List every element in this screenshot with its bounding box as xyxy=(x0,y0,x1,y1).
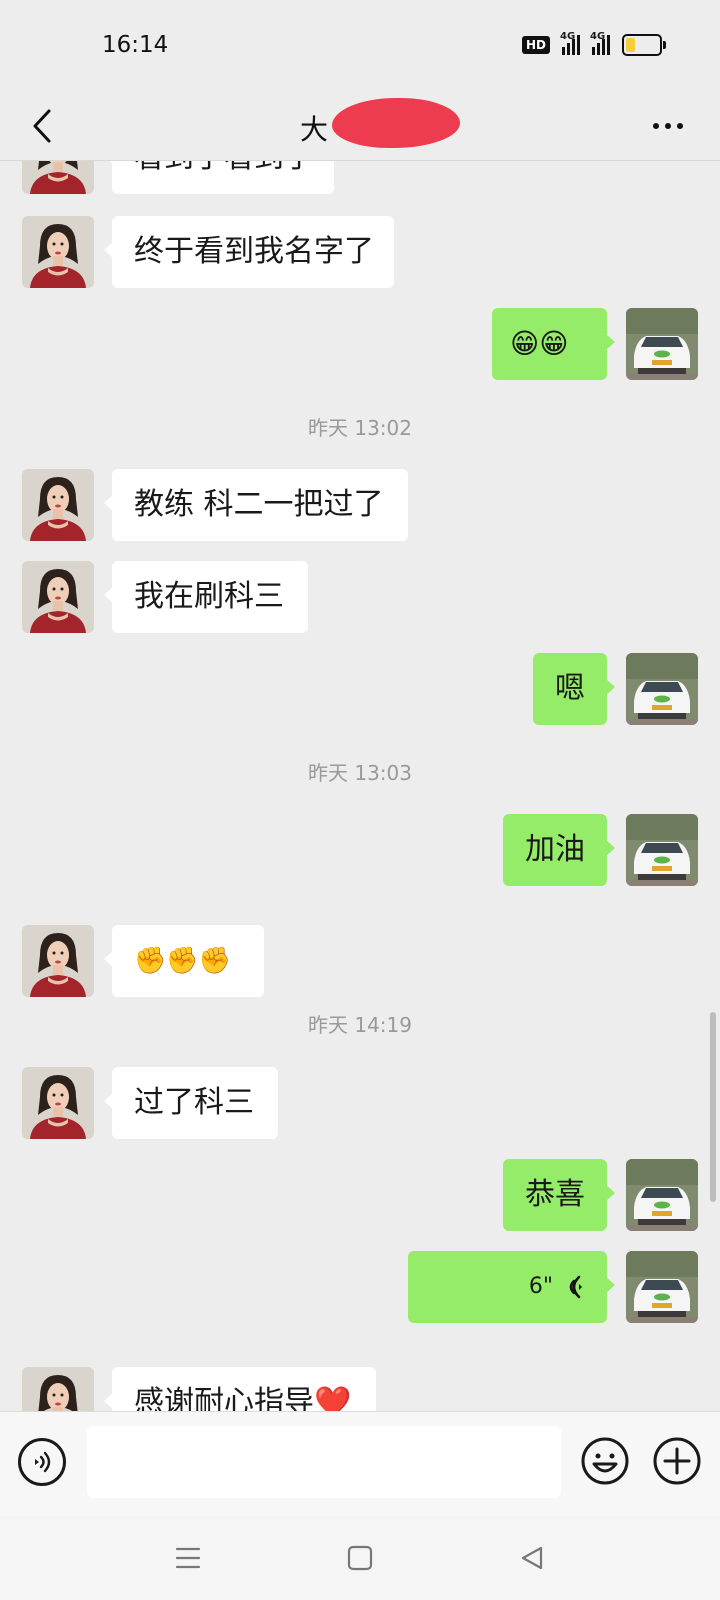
home-icon[interactable] xyxy=(338,1536,382,1580)
received-message[interactable]: 看到了看到了 xyxy=(104,161,334,194)
message-input[interactable] xyxy=(87,1426,561,1498)
received-message[interactable]: 我在刷科三 xyxy=(104,561,308,633)
back-triangle-icon[interactable] xyxy=(510,1536,554,1580)
input-bar xyxy=(0,1411,720,1517)
my-avatar[interactable] xyxy=(626,1159,698,1231)
chat-title-text: 大 xyxy=(300,113,329,146)
sent-message[interactable]: 加油 xyxy=(503,814,615,886)
time-divider: 昨天 13:03 xyxy=(308,761,412,785)
more-dots-icon[interactable] xyxy=(646,106,690,146)
status-icons: HD 4G 4G xyxy=(521,31,666,56)
chat-title: 大 xyxy=(300,98,460,150)
system-nav-bar xyxy=(0,1516,720,1600)
voice-wave-icon xyxy=(569,1275,582,1299)
status-time: 16:14 xyxy=(102,32,169,58)
signal-4g-icon: 4G xyxy=(590,31,610,55)
back-arrow-icon[interactable] xyxy=(22,104,62,148)
battery-icon xyxy=(622,34,666,56)
redaction-mark xyxy=(332,98,460,148)
contact-avatar[interactable] xyxy=(22,561,94,633)
chat-header: 大 xyxy=(0,92,720,161)
time-divider: 昨天 14:19 xyxy=(308,1013,412,1037)
contact-avatar[interactable] xyxy=(22,216,94,288)
contact-avatar[interactable] xyxy=(22,161,94,194)
sent-message[interactable]: 嗯 xyxy=(533,653,615,725)
sent-voice-message[interactable]: 6" xyxy=(408,1251,615,1323)
voice-mode-icon[interactable] xyxy=(18,1438,66,1486)
voice-duration: 6" xyxy=(528,1274,553,1299)
received-message[interactable]: 终于看到我名字了 xyxy=(104,216,394,288)
signal-4g-icon: 4G xyxy=(560,31,580,55)
received-emoji-message[interactable]: ✊✊✊ xyxy=(104,925,264,997)
status-bar: 16:14 HD 4G 4G xyxy=(0,0,720,92)
my-avatar[interactable] xyxy=(626,308,698,380)
time-divider: 昨天 13:02 xyxy=(308,416,412,440)
chat-scrollbar[interactable] xyxy=(710,1012,716,1202)
emoji-icon[interactable] xyxy=(580,1436,630,1486)
contact-avatar[interactable] xyxy=(22,469,94,541)
my-avatar[interactable] xyxy=(626,1251,698,1323)
my-avatar[interactable] xyxy=(626,653,698,725)
received-message[interactable]: 过了科三 xyxy=(104,1067,278,1139)
message-list[interactable]: 看到了看到了 终于看到我名字了 😁😁 昨天 13:02 教练 科二一把过了 我在… xyxy=(0,161,720,1411)
plus-icon[interactable] xyxy=(652,1436,702,1486)
contact-avatar[interactable] xyxy=(22,1367,94,1411)
hd-voice-icon: HD xyxy=(521,36,550,54)
my-avatar[interactable] xyxy=(626,814,698,886)
contact-avatar[interactable] xyxy=(22,1067,94,1139)
received-message[interactable]: 感谢耐心指导❤️ xyxy=(104,1367,376,1411)
received-message[interactable]: 教练 科二一把过了 xyxy=(104,469,408,541)
sent-message[interactable]: 恭喜 xyxy=(503,1159,615,1231)
menu-icon[interactable] xyxy=(166,1536,210,1580)
contact-avatar[interactable] xyxy=(22,925,94,997)
sent-emoji-message[interactable]: 😁😁 xyxy=(492,308,615,380)
